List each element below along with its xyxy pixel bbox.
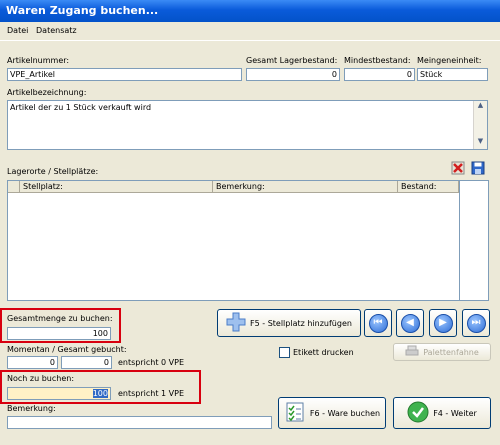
- prev-record-button[interactable]: ◀: [396, 309, 424, 337]
- last-record-button[interactable]: ⏭: [462, 309, 490, 337]
- print-label-text[interactable]: Etikett drucken: [293, 348, 354, 357]
- save-icon[interactable]: [471, 161, 485, 175]
- print-label-checkbox[interactable]: [279, 347, 290, 358]
- total-booked-field: 0: [61, 356, 112, 369]
- remaining-vpe-text: entspricht 1 VPE: [118, 389, 185, 398]
- first-record-button[interactable]: ⏮: [364, 309, 392, 337]
- window-title: Waren Zugang buchen...: [6, 4, 159, 17]
- scroll-down-icon[interactable]: ▼: [474, 137, 487, 149]
- min-stock-label: Mindestbestand:: [344, 56, 411, 65]
- printer-icon: [405, 345, 419, 359]
- column-bemerkung[interactable]: Bemerkung:: [213, 181, 398, 193]
- grid-row-header: [8, 181, 20, 193]
- total-stock-label: Gesamt Lagerbestand:: [246, 56, 338, 65]
- add-location-label: F5 - Stellplatz hinzufügen: [250, 318, 352, 328]
- total-qty-field[interactable]: 100: [7, 327, 111, 340]
- description-text: Artikel der zu 1 Stück verkauft wird: [10, 103, 152, 112]
- prev-icon: ◀: [400, 313, 420, 333]
- next-record-button[interactable]: ▶: [429, 309, 457, 337]
- remark-label: Bemerkung:: [7, 404, 56, 413]
- remaining-label: Noch zu buchen:: [7, 374, 75, 383]
- add-location-button[interactable]: F5 - Stellplatz hinzufügen: [217, 309, 361, 337]
- current-total-label: Momentan / Gesamt gebucht:: [7, 345, 127, 354]
- storage-grid[interactable]: Stellplatz: Bemerkung: Bestand:: [7, 180, 460, 301]
- remaining-value: 100: [92, 389, 108, 398]
- menu-bar: Datei Datensatz: [0, 22, 500, 41]
- description-textarea[interactable]: Artikel der zu 1 Stück verkauft wird ▲ ▼: [7, 100, 488, 150]
- menu-datensatz[interactable]: Datensatz: [36, 26, 77, 35]
- next-label: F4 - Weiter: [433, 408, 477, 418]
- unit-field: Stück: [417, 68, 488, 81]
- grid-side-panel: [460, 180, 489, 301]
- current-booked-field: 0: [7, 356, 58, 369]
- pallet-flag-label: Palettenfahne: [423, 347, 479, 357]
- book-goods-label: F6 - Ware buchen: [309, 408, 381, 418]
- title-bar: Waren Zugang buchen...: [0, 0, 500, 22]
- current-vpe-text: entspricht 0 VPE: [118, 358, 185, 367]
- remaining-field[interactable]: 100: [7, 387, 111, 400]
- description-scrollbar[interactable]: ▲ ▼: [473, 101, 487, 149]
- remark-field[interactable]: [7, 416, 272, 429]
- pallet-flag-button[interactable]: Palettenfahne: [393, 343, 491, 361]
- article-number-field[interactable]: VPE_Artikel: [7, 68, 242, 81]
- next-button[interactable]: F4 - Weiter: [393, 397, 491, 429]
- checklist-icon: [284, 401, 306, 425]
- column-bestand[interactable]: Bestand:: [398, 181, 459, 193]
- checkmark-icon: [407, 401, 429, 425]
- scroll-up-icon[interactable]: ▲: [474, 101, 487, 113]
- next-icon: ▶: [433, 313, 453, 333]
- unit-label: Meingeneinheit:: [417, 56, 482, 65]
- article-number-label: Artikelnummer:: [7, 56, 70, 65]
- column-stellplatz[interactable]: Stellplatz:: [20, 181, 213, 193]
- last-icon: ⏭: [466, 313, 486, 333]
- total-qty-label: Gesamtmenge zu buchen:: [7, 314, 113, 323]
- menu-datei[interactable]: Datei: [7, 26, 28, 35]
- min-stock-field: 0: [344, 68, 415, 81]
- total-stock-field: 0: [246, 68, 340, 81]
- plus-icon: [226, 312, 246, 334]
- first-icon: ⏮: [368, 313, 388, 333]
- storage-section-label: Lagerorte / Stellplätze:: [7, 167, 99, 176]
- delete-icon[interactable]: [451, 161, 465, 175]
- book-goods-button[interactable]: F6 - Ware buchen: [278, 397, 386, 429]
- description-label: Artikelbezeichnung:: [7, 88, 87, 97]
